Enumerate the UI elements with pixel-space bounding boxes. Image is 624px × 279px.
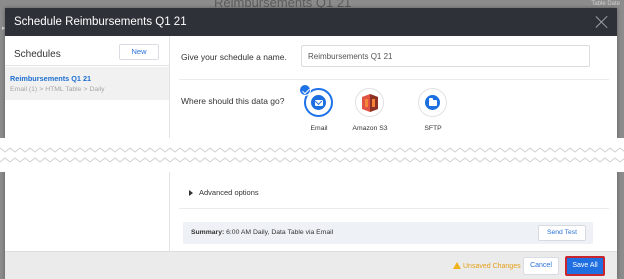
unsaved-changes-indicator: Unsaved Changes bbox=[453, 262, 521, 270]
subtitle-frequency: Daily bbox=[89, 86, 105, 93]
modal-header: Schedule Reimbursements Q1 21 bbox=[5, 8, 617, 36]
divider bbox=[179, 79, 609, 80]
destination-s3-circle bbox=[355, 88, 384, 117]
torn-edge-divider bbox=[0, 138, 624, 172]
cancel-button[interactable]: Cancel bbox=[523, 257, 559, 275]
summary-bar: Summary: 6:00 AM Daily, Data Table via E… bbox=[183, 222, 593, 244]
send-test-button[interactable]: Send Test bbox=[538, 225, 586, 241]
background-corner-label: Table Date bbox=[591, 1, 620, 7]
sidebar-title: Schedules bbox=[14, 49, 61, 60]
sidebar-item-subtitle: Email (1) > HTML Table > Daily bbox=[10, 86, 105, 93]
destination-option-sftp[interactable]: SFTP bbox=[403, 88, 463, 138]
caret-right-icon bbox=[189, 190, 193, 197]
advanced-options-toggle[interactable]: Advanced options bbox=[189, 188, 259, 197]
schedule-name-label: Give your schedule a name. bbox=[181, 52, 287, 62]
divider bbox=[179, 208, 609, 209]
advanced-options-label: Advanced options bbox=[199, 188, 259, 197]
summary-text: Summary: 6:00 AM Daily, Data Table via E… bbox=[191, 229, 333, 236]
sidebar-item-reimbursements-q1-21[interactable]: Reimbursements Q1 21 Email (1) > HTML Tabl… bbox=[5, 67, 169, 100]
sidebar-header: Schedules New bbox=[5, 36, 170, 66]
subtitle-destination: Email (1) bbox=[10, 86, 38, 93]
checkmark-icon bbox=[299, 84, 311, 96]
warning-icon bbox=[453, 262, 461, 269]
close-icon[interactable] bbox=[595, 15, 609, 29]
destination-sftp-label: SFTP bbox=[424, 125, 442, 132]
summary-label: Summary: bbox=[191, 229, 225, 236]
subtitle-format: HTML Table bbox=[45, 86, 82, 93]
subtitle-separator: > bbox=[39, 86, 44, 93]
sidebar-item-title: Reimbursements Q1 21 bbox=[10, 74, 92, 83]
new-schedule-button[interactable]: New bbox=[119, 44, 159, 60]
folder-icon bbox=[425, 95, 440, 110]
modal-title: Schedule Reimbursements Q1 21 bbox=[14, 16, 187, 28]
schedule-name-input[interactable] bbox=[301, 45, 590, 67]
amazon-s3-icon bbox=[361, 93, 378, 112]
unsaved-changes-label: Unsaved Changes bbox=[463, 263, 521, 270]
destination-option-amazon-s3[interactable]: Amazon S3 bbox=[340, 88, 400, 138]
modal-footer: Unsaved Changes Cancel Save All bbox=[5, 251, 617, 279]
summary-value: 6:00 AM Daily, Data Table via Email bbox=[226, 229, 334, 236]
save-all-button[interactable]: Save All bbox=[565, 256, 605, 276]
envelope-icon bbox=[311, 95, 326, 110]
destination-s3-label: Amazon S3 bbox=[352, 125, 388, 132]
subtitle-separator: > bbox=[83, 86, 88, 93]
destination-label: Where should this data go? bbox=[181, 96, 285, 106]
destination-sftp-circle bbox=[418, 88, 447, 117]
